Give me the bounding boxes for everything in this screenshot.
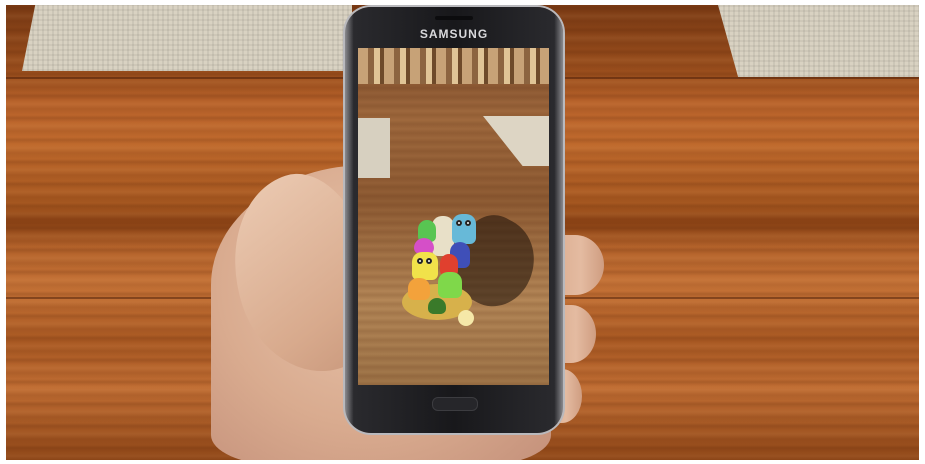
placemat-right <box>718 5 919 77</box>
screen-placemat-left <box>358 118 390 178</box>
toy-figure-chick <box>458 310 474 326</box>
toy-figure-blue <box>452 214 476 244</box>
phone-screen-ar-view <box>358 48 549 385</box>
placemat-left <box>22 5 352 71</box>
screen-placemat-right <box>483 116 549 166</box>
toy-eye <box>426 258 432 264</box>
earpiece <box>435 16 473 20</box>
smartphone: SAMSUNG <box>345 7 563 433</box>
home-button <box>432 397 478 411</box>
toy-eye <box>456 220 462 226</box>
screen-background-shelf <box>358 48 549 84</box>
toy-eye <box>465 220 471 226</box>
photo-scene: SAMSUNG <box>6 5 919 460</box>
toy-figure-lime <box>438 272 462 298</box>
phone-bottom-bezel <box>358 391 549 421</box>
toy-figure-yellow <box>412 252 438 280</box>
toy-eye <box>417 258 423 264</box>
toy-figure-orange <box>408 278 430 300</box>
toy-figure-darkgreen <box>428 298 446 314</box>
phone-brand-logo: SAMSUNG <box>419 27 489 41</box>
